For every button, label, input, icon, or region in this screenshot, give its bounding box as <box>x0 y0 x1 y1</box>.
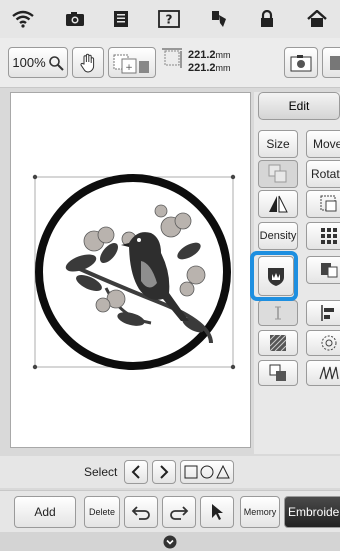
select-row: Select <box>0 456 340 488</box>
pan-hand-button[interactable] <box>72 47 104 78</box>
pointer-button[interactable] <box>200 496 234 528</box>
cursor-arrow-icon <box>212 504 223 520</box>
bottom-bar: Add Delete Memory Embroidery <box>0 490 340 532</box>
size-button[interactable]: Size <box>258 130 298 158</box>
select-next-button[interactable] <box>152 460 176 484</box>
chevron-down-circle-icon[interactable] <box>163 535 177 549</box>
embroidery-label: Embroidery <box>288 505 340 519</box>
hand-icon <box>80 53 95 72</box>
stitch-button[interactable] <box>306 360 340 386</box>
home-icon[interactable] <box>306 9 328 29</box>
move-label: Move <box>313 137 340 151</box>
frame-preview-icon: + <box>113 54 149 73</box>
footer-bar <box>0 532 340 551</box>
height-readout: 221.2mm <box>188 62 231 75</box>
redo-button[interactable] <box>162 496 196 528</box>
layout-icon <box>330 55 340 70</box>
outline-button[interactable] <box>306 330 340 356</box>
height-value: 221.2 <box>188 62 216 74</box>
outline-flower-icon <box>321 335 337 351</box>
height-unit: mm <box>215 63 231 73</box>
width-readout: 221.2mm <box>188 49 231 62</box>
align-left-icon <box>321 305 334 321</box>
appearance-button[interactable] <box>306 256 340 284</box>
stitch-pattern-icon <box>319 366 339 380</box>
add-button[interactable]: Add <box>14 496 76 528</box>
fill-stitch-button[interactable] <box>258 330 298 356</box>
group-icon <box>268 164 287 183</box>
camera-scan-icon <box>290 54 312 71</box>
width-value: 221.2 <box>188 49 216 61</box>
chevron-left-icon <box>131 465 140 479</box>
memory-label: Memory <box>243 507 277 517</box>
text-cursor-button[interactable] <box>258 300 298 326</box>
select-shapes-button[interactable] <box>180 460 234 484</box>
rotate-button[interactable]: Rotate <box>306 160 340 188</box>
svg-text:+: + <box>125 63 133 73</box>
status-bar: ? <box>0 0 340 38</box>
select-label: Select <box>84 465 118 479</box>
zoom-label: 100% <box>12 55 46 70</box>
camera-icon[interactable] <box>64 9 86 29</box>
density-label: Density <box>259 230 297 242</box>
wifi-icon[interactable] <box>12 9 34 29</box>
document-icon[interactable] <box>110 9 132 29</box>
stamp-icon <box>321 263 338 278</box>
camera-scan-button[interactable] <box>284 47 318 78</box>
delete-label: Delete <box>88 507 115 517</box>
help-icon[interactable]: ? <box>158 9 180 29</box>
width-unit: mm <box>215 50 231 60</box>
text-cursor-icon <box>275 306 281 320</box>
undo-icon <box>131 506 150 520</box>
embroidery-canvas[interactable] <box>10 92 251 448</box>
delete-button[interactable]: Delete <box>84 496 120 528</box>
dimension-icon <box>162 48 182 68</box>
undo-button[interactable] <box>124 496 158 528</box>
memory-button[interactable]: Memory <box>240 496 280 528</box>
border-button[interactable] <box>306 190 340 218</box>
redo-icon <box>170 506 189 520</box>
design-preview <box>32 174 236 370</box>
rotate-label: Rotate <box>311 167 340 181</box>
group-button[interactable] <box>258 160 298 188</box>
array-button[interactable] <box>306 222 340 250</box>
density-button[interactable]: Density <box>258 222 298 250</box>
lock-icon[interactable] <box>256 9 278 29</box>
move-button[interactable]: Move <box>306 130 340 158</box>
flip-horizontal-icon <box>269 195 288 213</box>
select-previous-button[interactable] <box>124 460 148 484</box>
zoom-button[interactable]: 100% <box>8 47 68 78</box>
add-label: Add <box>34 505 56 519</box>
fill-pattern-icon <box>269 334 287 352</box>
size-readout: 221.2mm 221.2mm <box>160 44 250 78</box>
flip-button[interactable] <box>258 190 298 218</box>
size-label: Size <box>266 137 290 151</box>
thread-icon[interactable] <box>208 9 230 29</box>
border-icon <box>320 195 337 212</box>
grid-icon <box>321 228 337 244</box>
duplicate-icon <box>269 364 286 381</box>
toolbar: 100% + 221.2mm 221.2mm <box>0 38 340 88</box>
magnifier-icon <box>48 55 64 71</box>
layout-button[interactable] <box>322 47 340 78</box>
preview-button[interactable]: + <box>108 47 156 78</box>
tab-edit-label: Edit <box>288 99 310 113</box>
embroidery-button[interactable]: Embroidery <box>284 496 340 528</box>
applique-button-highlight <box>250 251 298 301</box>
shape-select-icon <box>184 465 230 479</box>
tab-edit[interactable]: Edit <box>258 92 340 120</box>
align-button[interactable] <box>306 300 340 326</box>
chevron-right-icon <box>160 465 169 479</box>
svg-text:?: ? <box>166 13 173 27</box>
duplicate-button[interactable] <box>258 360 298 386</box>
